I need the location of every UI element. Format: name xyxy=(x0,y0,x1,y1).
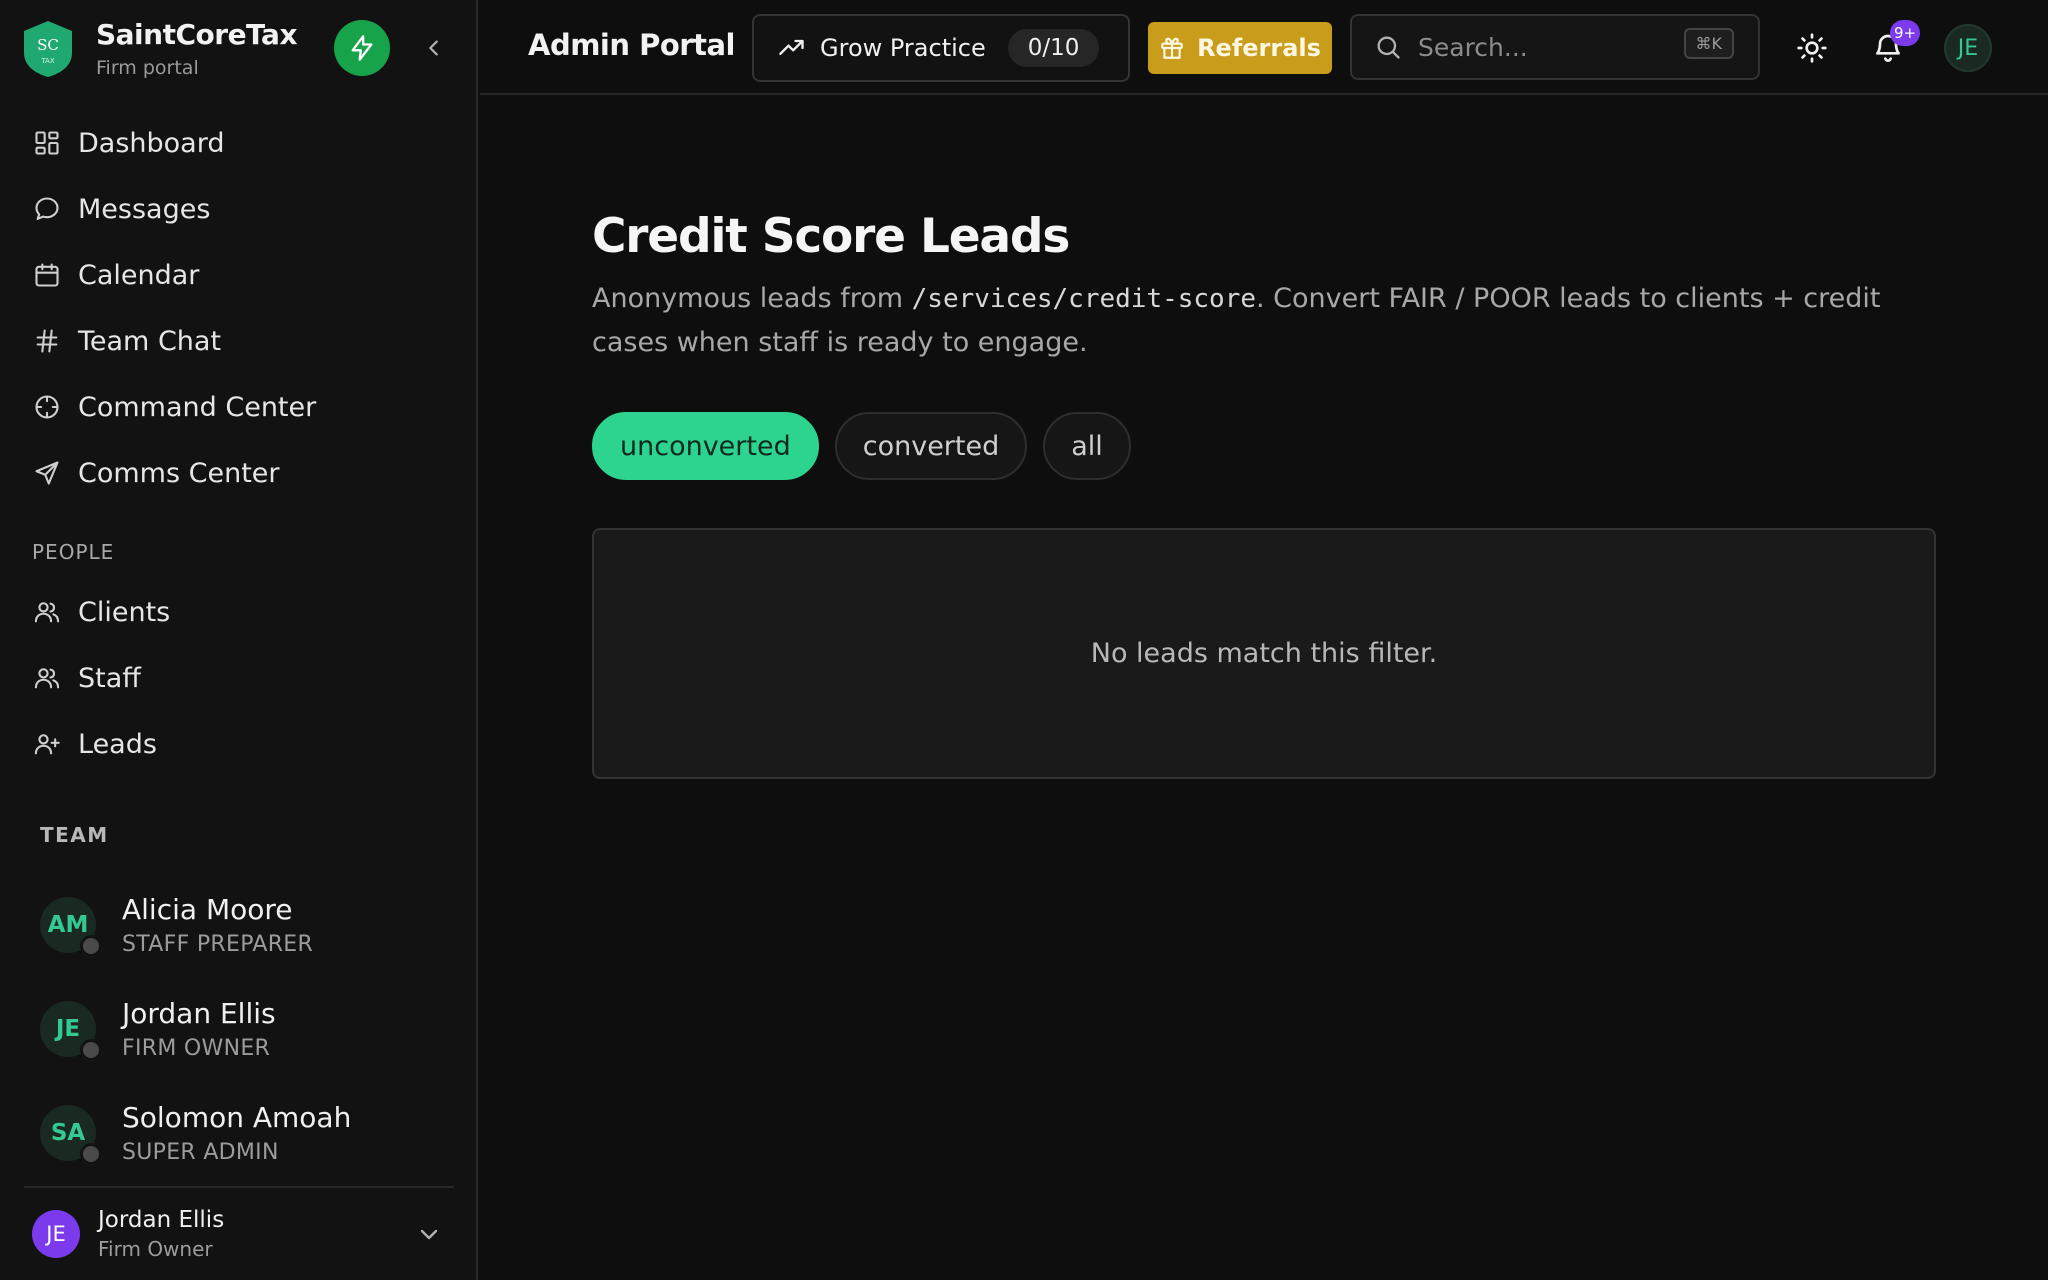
search-box: ⌘K xyxy=(1350,14,1760,80)
nav-item-team-chat[interactable]: Team Chat xyxy=(0,308,478,374)
avatar: JE xyxy=(32,1210,80,1258)
nav-item-command-center[interactable]: Command Center xyxy=(0,374,478,440)
team-member[interactable]: SA Solomon Amoah SUPER ADMIN xyxy=(0,1081,478,1185)
dashboard-icon xyxy=(32,128,62,158)
filter-unconverted[interactable]: unconverted xyxy=(592,412,819,480)
search-icon xyxy=(1377,36,1400,59)
top-bar: Admin Portal Grow Practice 0/10 Referral… xyxy=(480,0,2048,95)
page-description: Anonymous leads from /services/credit-sc… xyxy=(592,283,1881,358)
search-shortcut-hint: ⌘K xyxy=(1683,28,1734,59)
nav-item-calendar[interactable]: Calendar xyxy=(0,242,478,308)
message-icon xyxy=(32,194,62,224)
nav-item-clients[interactable]: Clients xyxy=(0,579,478,645)
presence-status-indicator xyxy=(80,1143,102,1165)
leads-empty-state: No leads match this filter. xyxy=(592,528,1936,779)
crosshair-icon xyxy=(32,392,62,422)
filter-all[interactable]: all xyxy=(1043,412,1131,480)
nav-label: Command Center xyxy=(78,391,317,423)
users-icon xyxy=(32,597,62,627)
sidebar: SC TAX SaintCoreTax Firm portal Dashboar… xyxy=(0,0,478,1280)
team-member-role: SUPER ADMIN xyxy=(122,1140,279,1165)
team-list: AM Alicia Moore STAFF PREPARER JE Jordan… xyxy=(0,873,478,1185)
user-menu[interactable]: JE Jordan Ellis Firm Owner xyxy=(24,1186,454,1280)
team-member-name: Jordan Ellis xyxy=(122,997,276,1030)
nav-label: Comms Center xyxy=(78,457,280,489)
shield-logo-icon: SC TAX xyxy=(24,20,72,77)
svg-text:SC: SC xyxy=(37,36,59,54)
nav-item-dashboard[interactable]: Dashboard xyxy=(0,110,478,176)
send-icon xyxy=(32,458,62,488)
user-name: Jordan Ellis xyxy=(98,1207,225,1233)
nav-item-comms-center[interactable]: Comms Center xyxy=(0,440,478,506)
user-role: Firm Owner xyxy=(98,1237,213,1261)
notification-count-badge: 9+ xyxy=(1890,20,1920,46)
nav-label: Team Chat xyxy=(78,325,222,357)
brand-name: SaintCoreTax xyxy=(96,18,298,51)
team-member[interactable]: AM Alicia Moore STAFF PREPARER xyxy=(0,873,478,977)
nav-label: Staff xyxy=(78,662,141,694)
calendar-icon xyxy=(32,260,62,290)
presence-status-indicator xyxy=(80,1039,102,1061)
empty-state-message: No leads match this filter. xyxy=(1090,638,1438,669)
page-title: Credit Score Leads xyxy=(592,209,1070,264)
avatar: AM xyxy=(40,897,102,957)
chevron-left-icon xyxy=(429,40,438,56)
people-nav: Clients Staff Leads xyxy=(0,579,478,777)
nav-label: Dashboard xyxy=(78,127,225,159)
referrals-button[interactable]: Referrals xyxy=(1148,22,1332,74)
chevron-down-icon xyxy=(414,1219,444,1249)
nav-label: Leads xyxy=(78,728,157,760)
gift-icon xyxy=(1161,37,1183,59)
theme-toggle-button[interactable] xyxy=(1794,30,1830,66)
lead-filter-group: unconverted converted all xyxy=(592,412,1147,480)
users-icon xyxy=(32,663,62,693)
team-member-role: STAFF PREPARER xyxy=(122,932,314,957)
nav-label: Calendar xyxy=(78,259,200,291)
people-section-title: PEOPLE xyxy=(32,540,115,564)
main-nav: Dashboard Messages Calendar Team Chat Co… xyxy=(0,110,478,506)
referrals-label: Referrals xyxy=(1197,34,1321,62)
team-member-role: FIRM OWNER xyxy=(122,1036,271,1061)
search-input[interactable] xyxy=(1418,32,1668,62)
trending-up-icon xyxy=(779,39,804,55)
team-member-name: Alicia Moore xyxy=(122,893,293,926)
svg-text:TAX: TAX xyxy=(40,57,55,65)
nav-item-leads[interactable]: Leads xyxy=(0,711,478,777)
nav-label: Clients xyxy=(78,596,171,628)
team-member[interactable]: JE Jordan Ellis FIRM OWNER xyxy=(0,977,478,1081)
service-path: /services/credit-score xyxy=(911,284,1257,314)
grow-practice-button[interactable]: Grow Practice 0/10 xyxy=(752,14,1130,82)
filter-converted[interactable]: converted xyxy=(834,412,1028,480)
user-avatar-button[interactable]: JE xyxy=(1944,24,1992,72)
avatar: SA xyxy=(40,1105,102,1165)
brand[interactable]: SC TAX SaintCoreTax Firm portal xyxy=(22,18,298,79)
nav-label: Messages xyxy=(78,193,211,225)
nav-item-messages[interactable]: Messages xyxy=(0,176,478,242)
nav-item-staff[interactable]: Staff xyxy=(0,645,478,711)
brand-subtitle: Firm portal xyxy=(96,57,199,79)
user-plus-icon xyxy=(32,729,62,759)
quick-action-button[interactable] xyxy=(334,20,390,76)
presence-status-indicator xyxy=(80,935,102,957)
lightning-icon xyxy=(351,35,373,61)
collapse-sidebar-button[interactable] xyxy=(418,30,450,66)
team-section-title: TEAM xyxy=(40,823,109,847)
avatar: JE xyxy=(40,1001,102,1061)
sun-icon xyxy=(1797,33,1827,63)
team-member-name: Solomon Amoah xyxy=(122,1101,352,1134)
hash-icon xyxy=(32,326,62,356)
main-content: Credit Score Leads Anonymous leads from … xyxy=(480,97,2048,1280)
grow-practice-count: 0/10 xyxy=(1007,29,1100,67)
portal-title: Admin Portal xyxy=(528,28,735,62)
grow-practice-label: Grow Practice xyxy=(820,34,986,62)
